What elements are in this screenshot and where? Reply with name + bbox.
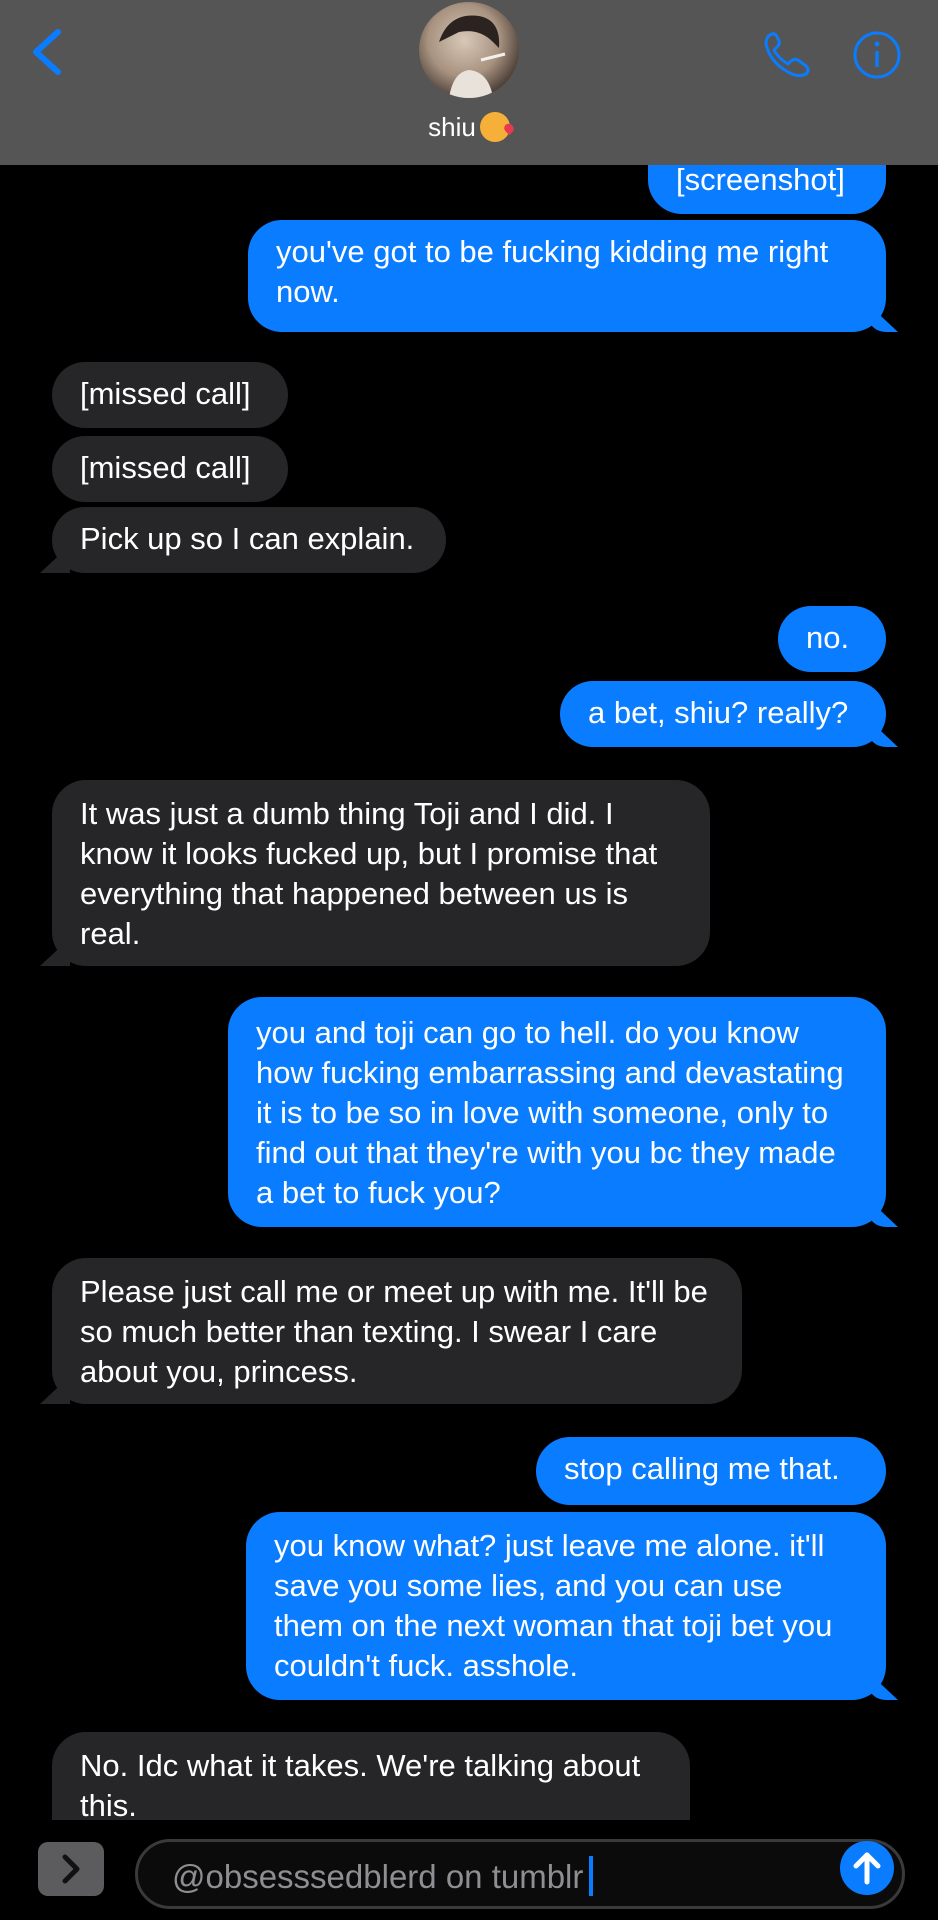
message-bubble-outgoing[interactable]: you've got to be fucking kidding me righ… [248,220,886,332]
message-bubble-outgoing[interactable]: you and toji can go to hell. do you know… [228,997,886,1227]
text-caret [589,1856,594,1896]
message-bubble-outgoing[interactable]: stop calling me that. [536,1437,886,1505]
expand-apps-button[interactable] [38,1842,104,1896]
smiling-face-with-hearts-emoji [479,112,510,142]
arrow-up-icon [853,1852,881,1885]
send-button[interactable] [840,1841,894,1895]
chevron-left-icon[interactable] [28,28,68,76]
message-bubble-outgoing[interactable]: a bet, shiu? really? [560,681,886,747]
message-bubble-incoming[interactable]: Pick up so I can explain. [52,507,446,573]
message-composer: @obsesssedblerd on tumblr [0,1820,938,1920]
info-icon[interactable] [852,30,902,80]
phone-icon[interactable] [760,28,814,82]
chevron-right-icon [62,1854,80,1884]
message-bubble-outgoing[interactable]: you know what? just leave me alone. it'l… [246,1512,886,1700]
contact-name[interactable]: shiu [0,112,938,143]
message-input-text[interactable]: @obsesssedblerd on tumblr [172,1856,594,1896]
message-bubble-incoming[interactable]: [missed call] [52,436,288,502]
message-bubble-incoming[interactable]: Please just call me or meet up with me. … [52,1258,742,1404]
contact-avatar[interactable] [419,2,519,98]
conversation-header: shiu [0,0,938,165]
message-bubble-outgoing[interactable]: no. [778,606,886,672]
message-bubble-incoming[interactable]: It was just a dumb thing Toji and I did.… [52,780,710,966]
message-bubble-incoming[interactable]: [missed call] [52,362,288,428]
message-bubble-incoming[interactable]: No. Idc what it takes. We're talking abo… [52,1732,690,1823]
message-input[interactable]: @obsesssedblerd on tumblr [135,1839,905,1909]
